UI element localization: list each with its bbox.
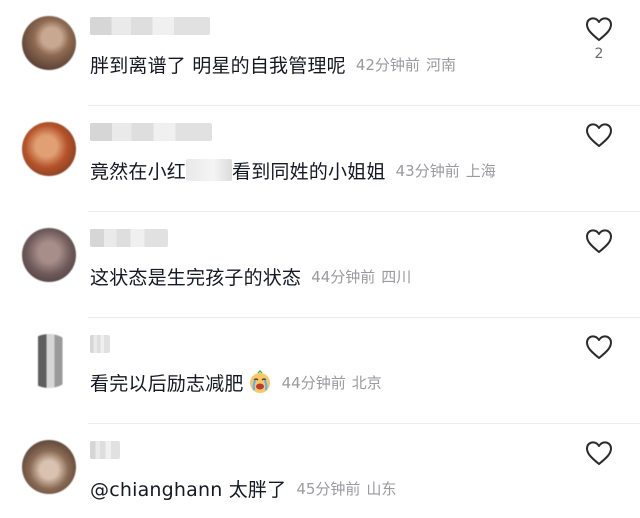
comment-list: 胖到离谱了 明星的自我管理呢 42分钟前 河南 2 竟然在小红 看到同姓的小姐姐 … xyxy=(0,0,640,518)
comment-text: 看完以后励志减肥 xyxy=(90,372,244,395)
comment-item[interactable]: 胖到离谱了 明星的自我管理呢 42分钟前 河南 2 xyxy=(0,0,640,106)
comment-meta: 45分钟前 山东 xyxy=(296,478,396,499)
comment-time: 42分钟前 xyxy=(355,55,420,74)
username-blurred[interactable] xyxy=(90,229,168,247)
comment-location: 上海 xyxy=(465,161,496,180)
username-blurred[interactable] xyxy=(90,335,110,353)
comment-text: 胖到离谱了 明星的自我管理呢 xyxy=(90,54,346,77)
comment-content: 看完以后励志减肥 44分钟前 北京 xyxy=(90,366,382,398)
blurred-text-patch xyxy=(186,159,233,181)
comment-text: @chianghann 太胖了 xyxy=(90,478,287,501)
like-button[interactable] xyxy=(583,440,615,504)
comment-text-part: 看到同姓的小姐姐 xyxy=(232,160,386,183)
avatar[interactable] xyxy=(22,16,76,70)
comment-item[interactable]: 竟然在小红 看到同姓的小姐姐 43分钟前 上海 xyxy=(0,106,640,212)
comment-item[interactable]: 这状态是生完孩子的状态 44分钟前 四川 xyxy=(0,212,640,318)
comment-location: 河南 xyxy=(425,55,456,74)
comment-item[interactable]: @chianghann 太胖了 45分钟前 山东 xyxy=(0,424,640,518)
like-count: 2 xyxy=(594,46,604,62)
like-button[interactable]: 2 xyxy=(583,16,615,80)
comment-meta: 44分钟前 四川 xyxy=(311,266,411,287)
like-button[interactable] xyxy=(583,228,615,292)
comment-item[interactable]: 看完以后励志减肥 44分钟前 北京 xyxy=(0,318,640,424)
heart-outline-icon xyxy=(586,123,612,147)
crying-face-emoji-icon xyxy=(249,370,270,393)
heart-outline-icon xyxy=(586,229,612,253)
comment-time: 45分钟前 xyxy=(296,479,361,498)
comment-content: 竟然在小红 看到同姓的小姐姐 43分钟前 上海 xyxy=(90,154,496,186)
comment-location: 四川 xyxy=(381,267,412,286)
comment-location: 山东 xyxy=(366,479,397,498)
comment-meta: 42分钟前 河南 xyxy=(356,54,456,75)
heart-outline-icon xyxy=(586,335,612,359)
comment-time: 44分钟前 xyxy=(311,267,376,286)
avatar[interactable] xyxy=(22,122,76,176)
comment-text-part: 竟然在小红 xyxy=(90,160,187,183)
avatar[interactable] xyxy=(22,228,76,282)
username-blurred[interactable] xyxy=(90,441,120,459)
username-blurred[interactable] xyxy=(90,17,210,35)
heart-outline-icon xyxy=(586,441,612,465)
comment-text: 这状态是生完孩子的状态 xyxy=(90,266,302,289)
comment-meta: 44分钟前 北京 xyxy=(282,372,382,393)
avatar[interactable] xyxy=(22,440,76,494)
heart-outline-icon xyxy=(586,17,612,41)
comment-content: 这状态是生完孩子的状态 44分钟前 四川 xyxy=(90,260,411,292)
comment-content: 胖到离谱了 明星的自我管理呢 42分钟前 河南 xyxy=(90,48,456,80)
comment-time: 43分钟前 xyxy=(395,161,460,180)
username-blurred[interactable] xyxy=(90,123,212,141)
avatar[interactable] xyxy=(22,334,76,388)
comment-meta: 43分钟前 上海 xyxy=(396,160,496,181)
like-button[interactable] xyxy=(583,122,615,186)
comment-location: 北京 xyxy=(351,373,382,392)
like-button[interactable] xyxy=(583,334,615,398)
comment-content: @chianghann 太胖了 45分钟前 山东 xyxy=(90,472,396,504)
comment-time: 44分钟前 xyxy=(281,373,346,392)
